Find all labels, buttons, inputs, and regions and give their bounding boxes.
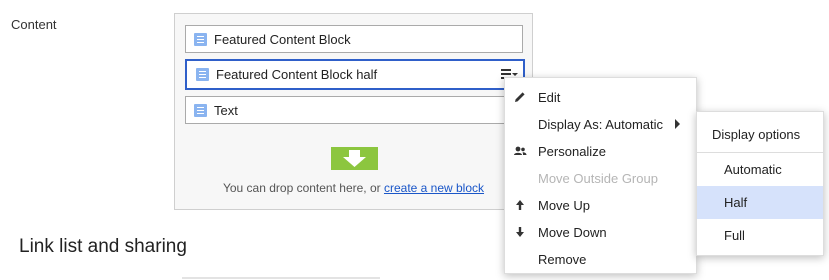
menu-item-label: Move Outside Group (538, 171, 658, 186)
menu-item-personalize[interactable]: Personalize (505, 138, 696, 164)
block-type-icon (194, 32, 207, 46)
menu-item-label: Remove (538, 252, 587, 267)
menu-item-label: Display As: Automatic (538, 117, 663, 132)
display-option-automatic[interactable]: Automatic (697, 153, 823, 186)
menu-item-label: Move Down (538, 225, 607, 240)
block-type-icon (194, 103, 207, 117)
display-option-full[interactable]: Full (697, 219, 823, 252)
arrow-up-icon (513, 198, 527, 212)
drop-hint-text: You can drop content here, or (222, 181, 384, 195)
option-label: Full (724, 228, 745, 243)
menu-item-move-up[interactable]: Move Up (505, 192, 696, 218)
menu-item-move-down[interactable]: Move Down (505, 219, 696, 245)
drop-hint: You can drop content here, or create a n… (175, 181, 532, 195)
menu-item-label: Personalize (538, 144, 606, 159)
menu-item-remove[interactable]: Remove (505, 246, 696, 272)
people-icon (513, 144, 527, 158)
submenu-title: Display options (712, 127, 801, 142)
content-block-featured-half[interactable]: Featured Content Block half (185, 59, 525, 90)
option-label: Half (724, 195, 748, 210)
arrow-down-icon (513, 225, 527, 239)
block-label: Text (214, 102, 238, 118)
menu-item-move-outside-group: Move Outside Group (505, 165, 696, 191)
block-label: Featured Content Block (214, 31, 351, 47)
section-divider (182, 277, 380, 279)
create-new-block-link[interactable]: create a new block (384, 181, 484, 195)
submenu-arrow-icon (675, 119, 680, 129)
display-option-half[interactable]: Half (697, 186, 823, 219)
block-label: Featured Content Block half (216, 67, 378, 82)
content-area[interactable]: Featured Content Block Featured Content … (174, 13, 533, 210)
menu-item-display-as[interactable]: Display As: Automatic (505, 111, 696, 137)
section-heading: Link list and sharing (19, 236, 187, 257)
content-block-featured[interactable]: Featured Content Block (185, 25, 523, 53)
block-context-menu: Edit Display As: Automatic Personalize M… (504, 77, 697, 274)
option-label: Automatic (724, 162, 782, 177)
drop-arrow-icon (331, 147, 378, 170)
menu-item-label: Edit (538, 90, 561, 105)
block-type-icon (196, 68, 209, 81)
content-field-label: Content (11, 17, 57, 32)
pencil-icon (513, 90, 527, 104)
menu-item-edit[interactable]: Edit (505, 84, 696, 110)
content-block-text[interactable]: Text (185, 96, 523, 124)
menu-item-label: Move Up (538, 198, 591, 213)
display-options-submenu: Display options Automatic Half Full (696, 111, 824, 256)
